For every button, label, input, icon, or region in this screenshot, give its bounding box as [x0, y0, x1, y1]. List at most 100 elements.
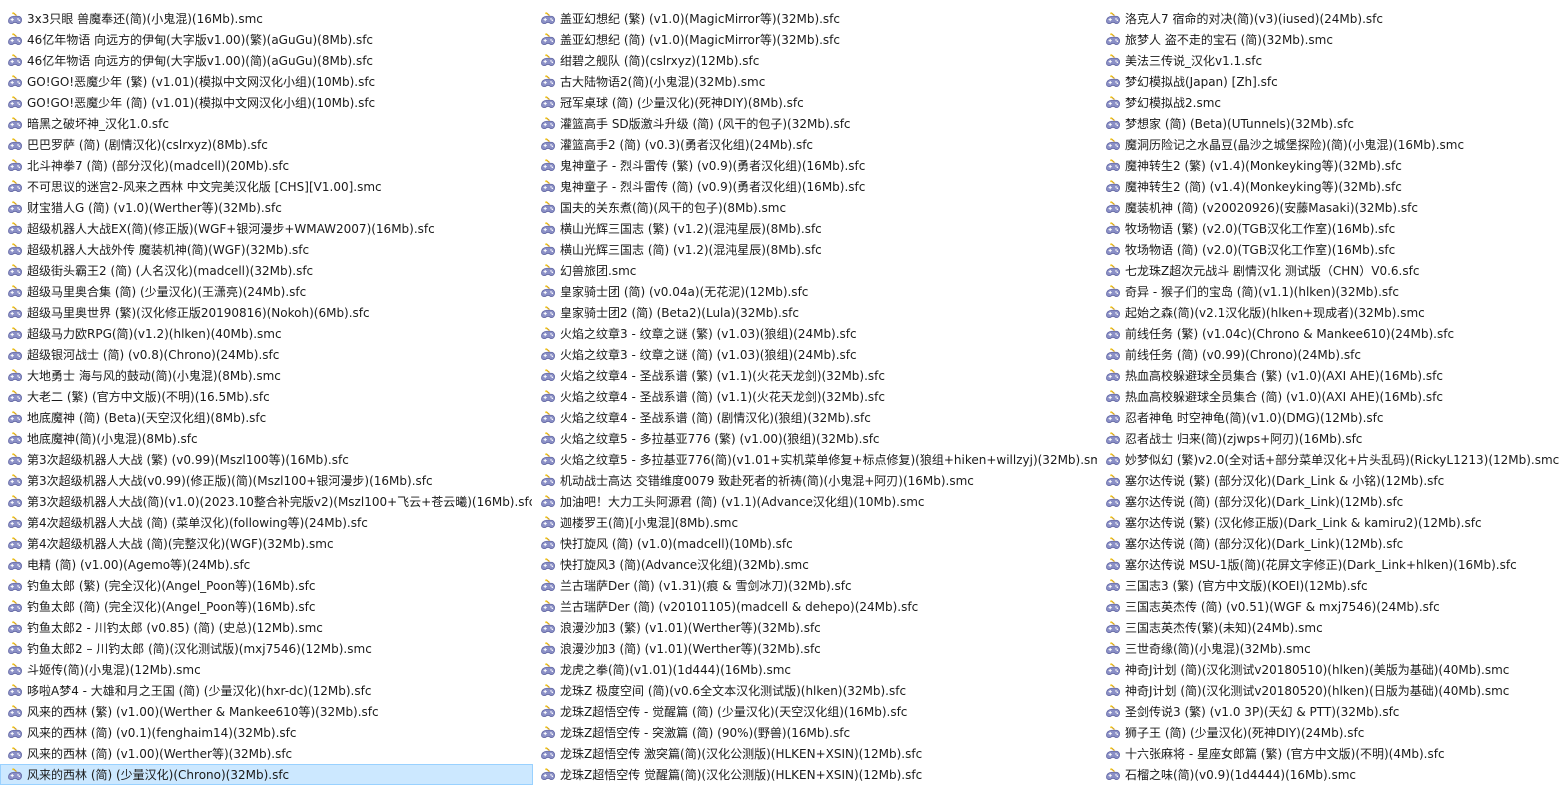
- file-item[interactable]: 皇家骑士团 (简) (v0.04a)(无花泥)(12Mb).sfc: [533, 281, 1098, 302]
- file-item[interactable]: 忍者战士 归来(简)(zjwps+阿刃)(16Mb).sfc: [1098, 428, 1561, 449]
- file-item[interactable]: 浪漫沙加3 (繁) (v1.01)(Werther等)(32Mb).sfc: [533, 617, 1098, 638]
- file-item[interactable]: 塞尔达传说 MSU-1版(简)(花屏文字修正)(Dark_Link+hlken)…: [1098, 554, 1561, 575]
- file-item[interactable]: 冠军桌球 (简) (少量汉化)(死神DIY)(8Mb).sfc: [533, 92, 1098, 113]
- file-item[interactable]: 斗姬传(简)(小鬼混)(12Mb).smc: [0, 659, 533, 680]
- file-item[interactable]: 龙珠Z超悟空传 激突篇(简)(汉化公测版)(HLKEN+XSIN)(12Mb).…: [533, 743, 1098, 764]
- file-item[interactable]: 不可思议的迷宫2-风来之西林 中文完美汉化版 [CHS][V1.00].smc: [0, 176, 533, 197]
- file-item[interactable]: 第3次超级机器人大战 (繁) (v0.99)(Mszl100等)(16Mb).s…: [0, 449, 533, 470]
- file-item[interactable]: GO!GO!恶魔少年 (繁) (v1.01)(模拟中文网汉化小组)(10Mb).…: [0, 71, 533, 92]
- file-item[interactable]: 第4次超级机器人大战 (简)(完整汉化)(WGF)(32Mb).smc: [0, 533, 533, 554]
- file-item[interactable]: 风来的西林 (简) (v1.00)(Werther等)(32Mb).sfc: [0, 743, 533, 764]
- file-item[interactable]: 十六张麻将 - 星座女郎篇 (繁) (官方中文版)(不明)(4Mb).sfc: [1098, 743, 1561, 764]
- file-item[interactable]: 梦想家 (简) (Beta)(UTunnels)(32Mb).sfc: [1098, 113, 1561, 134]
- file-item[interactable]: 龙珠Z 极度空间 (简)(v0.6全文本汉化测试版)(hlken)(32Mb).…: [533, 680, 1098, 701]
- file-item[interactable]: 电精 (简) (v1.00)(Agemo等)(24Mb).sfc: [0, 554, 533, 575]
- file-item[interactable]: 神奇J计划 (简)(汉化测试v20180520)(hlken)(日版为基础)(4…: [1098, 680, 1561, 701]
- file-item[interactable]: 超级机器人大战外传 魔装机神(简)(WGF)(32Mb).sfc: [0, 239, 533, 260]
- file-item[interactable]: 洛克人7 宿命的对决(简)(v3)(iused)(24Mb).sfc: [1098, 8, 1561, 29]
- file-item[interactable]: 牧场物语 (简) (v2.0)(TGB汉化工作室)(16Mb).sfc: [1098, 239, 1561, 260]
- file-item[interactable]: 钓鱼太郎 (繁) (完全汉化)(Angel_Poon等)(16Mb).sfc: [0, 575, 533, 596]
- file-item[interactable]: 超级马里奥世界 (繁)(汉化修正版20190816)(Nokoh)(6Mb).s…: [0, 302, 533, 323]
- file-item[interactable]: 鬼神童子 - 烈斗雷传 (简) (v0.9)(勇者汉化组)(16Mb).sfc: [533, 176, 1098, 197]
- file-item[interactable]: 第4次超级机器人大战 (简) (菜单汉化)(following等)(24Mb).…: [0, 512, 533, 533]
- file-item[interactable]: 忍者神龟 时空神龟(简)(v1.0)(DMG)(12Mb).sfc: [1098, 407, 1561, 428]
- file-item[interactable]: 风来的西林 (简) (少量汉化)(Chrono)(32Mb).sfc: [0, 764, 533, 785]
- file-item[interactable]: 超级银河战士 (简) (v0.8)(Chrono)(24Mb).sfc: [0, 344, 533, 365]
- file-item[interactable]: 风来的西林 (繁) (v1.00)(Werther & Mankee610等)(…: [0, 701, 533, 722]
- file-item[interactable]: 前线任务 (简) (v0.99)(Chrono)(24Mb).sfc: [1098, 344, 1561, 365]
- file-item[interactable]: 塞尔达传说 (繁) (部分汉化)(Dark_Link & 小铭)(12Mb).s…: [1098, 470, 1561, 491]
- file-item[interactable]: 浪漫沙加3 (简) (v1.01)(Werther等)(32Mb).sfc: [533, 638, 1098, 659]
- file-item[interactable]: 超级马力欧RPG(简)(v1.2)(hlken)(40Mb).smc: [0, 323, 533, 344]
- file-item[interactable]: 奇异 - 猴子们的宝岛 (简)(v1.1)(hlken)(32Mb).sfc: [1098, 281, 1561, 302]
- file-item[interactable]: 46亿年物语 向远方的伊甸(大字版v1.00)(繁)(aGuGu)(8Mb).s…: [0, 29, 533, 50]
- file-item[interactable]: 钓鱼太郎2 – 川钓太郎 (简)(汉化测试版)(mxj7546)(12Mb).s…: [0, 638, 533, 659]
- file-item[interactable]: 塞尔达传说 (繁) (汉化修正版)(Dark_Link & kamiru2)(1…: [1098, 512, 1561, 533]
- file-item[interactable]: 古大陆物语2(简)(小鬼混)(32Mb).smc: [533, 71, 1098, 92]
- file-item[interactable]: 妙梦似幻 (繁)v2.0(全对话+部分菜单汉化+片头乱码)(RickyL1213…: [1098, 449, 1561, 470]
- file-item[interactable]: 魔装机神 (简) (v20020926)(安藤Masaki)(32Mb).sfc: [1098, 197, 1561, 218]
- file-item[interactable]: 梦幻模拟战2.smc: [1098, 92, 1561, 113]
- file-item[interactable]: 火焰之纹章4 - 圣战系谱 (繁) (v1.1)(火花天龙剑)(32Mb).sf…: [533, 365, 1098, 386]
- file-item[interactable]: 火焰之纹章5 - 多拉基亚776(简)(v1.01+实机菜单修复+标点修复)(狼…: [533, 449, 1098, 470]
- file-item[interactable]: 龙珠Z超悟空传 觉醒篇(简)(汉化公测版)(HLKEN+XSIN)(12Mb).…: [533, 764, 1098, 785]
- file-item[interactable]: 石榴之味(简)(v0.9)(1d4444)(16Mb).smc: [1098, 764, 1561, 785]
- file-item[interactable]: 魔神转生2 (繁) (v1.4)(Monkeyking等)(32Mb).sfc: [1098, 155, 1561, 176]
- file-item[interactable]: 地底魔神(简)(小鬼混)(8Mb).sfc: [0, 428, 533, 449]
- file-item[interactable]: 神奇J计划 (简)(汉化测试v20180510)(hlken)(美版为基础)(4…: [1098, 659, 1561, 680]
- file-item[interactable]: 兰古瑞萨Der (简) (v20101105)(madcell & dehepo…: [533, 596, 1098, 617]
- file-item[interactable]: 狮子王 (简) (少量汉化)(死神DIY)(24Mb).sfc: [1098, 722, 1561, 743]
- file-item[interactable]: 梦幻模拟战(Japan) [Zh].sfc: [1098, 71, 1561, 92]
- file-item[interactable]: 幻兽旅团.smc: [533, 260, 1098, 281]
- file-item[interactable]: 热血高校躲避球全员集合 (简) (v1.0)(AXI AHE)(16Mb).sf…: [1098, 386, 1561, 407]
- file-item[interactable]: 灌篮高手2 (简) (v0.3)(勇者汉化组)(24Mb).sfc: [533, 134, 1098, 155]
- file-item[interactable]: 财宝猎人G (简) (v1.0)(Werther等)(32Mb).sfc: [0, 197, 533, 218]
- file-item[interactable]: 灌篮高手 SD版激斗升级 (简) (风干的包子)(32Mb).sfc: [533, 113, 1098, 134]
- file-item[interactable]: 龙珠Z超悟空传 - 突激篇 (简) (90%)(野兽)(16Mb).sfc: [533, 722, 1098, 743]
- file-item[interactable]: 龙虎之拳(简)(v1.01)(1d444)(16Mb).smc: [533, 659, 1098, 680]
- file-item[interactable]: 大老二 (繁) (官方中文版)(不明)(16.5Mb).sfc: [0, 386, 533, 407]
- file-item[interactable]: 热血高校躲避球全员集合 (繁) (v1.0)(AXI AHE)(16Mb).sf…: [1098, 365, 1561, 386]
- file-item[interactable]: 火焰之纹章4 - 圣战系谱 (简) (v1.1)(火花天龙剑)(32Mb).sf…: [533, 386, 1098, 407]
- file-item[interactable]: 旅梦人 盗不走的宝石 (简)(32Mb).smc: [1098, 29, 1561, 50]
- file-item[interactable]: 三世奇缘(简)(小鬼混)(32Mb).smc: [1098, 638, 1561, 659]
- file-item[interactable]: 鬼神童子 - 烈斗雷传 (繁) (v0.9)(勇者汉化组)(16Mb).sfc: [533, 155, 1098, 176]
- file-item[interactable]: 魔神转生2 (简) (v1.4)(Monkeyking等)(32Mb).sfc: [1098, 176, 1561, 197]
- file-item[interactable]: 风来的西林 (简) (v0.1)(fenghaim14)(32Mb).sfc: [0, 722, 533, 743]
- file-item[interactable]: 哆啦A梦4 - 大雄和月之王国 (简) (少量汉化)(hxr-dc)(12Mb)…: [0, 680, 533, 701]
- file-item[interactable]: 龙珠Z超悟空传 - 觉醒篇 (简) (少量汉化)(天空汉化组)(16Mb).sf…: [533, 701, 1098, 722]
- file-item[interactable]: 前线任务 (繁) (v1.04c)(Chrono & Mankee610)(24…: [1098, 323, 1561, 344]
- file-item[interactable]: 七龙珠Z超次元战斗 剧情汉化 测试版（CHN）V0.6.sfc: [1098, 260, 1561, 281]
- file-item[interactable]: 国夫的关东煮(简)(风干的包子)(8Mb).smc: [533, 197, 1098, 218]
- file-item[interactable]: 超级街头霸王2 (简) (人名汉化)(madcell)(32Mb).sfc: [0, 260, 533, 281]
- file-item[interactable]: 钓鱼太郎 (简) (完全汉化)(Angel_Poon等)(16Mb).sfc: [0, 596, 533, 617]
- file-item[interactable]: 盖亚幻想纪 (简) (v1.0)(MagicMirror等)(32Mb).sfc: [533, 29, 1098, 50]
- file-item[interactable]: 塞尔达传说 (简) (部分汉化)(Dark_Link)(12Mb).sfc: [1098, 533, 1561, 554]
- file-item[interactable]: GO!GO!恶魔少年 (简) (v1.01)(模拟中文网汉化小组)(10Mb).…: [0, 92, 533, 113]
- file-item[interactable]: 皇家骑士团2 (简) (Beta2)(Lula)(32Mb).sfc: [533, 302, 1098, 323]
- file-item[interactable]: 火焰之纹章3 - 纹章之谜 (繁) (v1.03)(狼组)(24Mb).sfc: [533, 323, 1098, 344]
- file-item[interactable]: 机动战士高达 交错维度0079 致赴死者的祈祷(简)(小鬼混+阿刃)(16Mb)…: [533, 470, 1098, 491]
- file-item[interactable]: 46亿年物语 向远方的伊甸(大字版v1.00)(简)(aGuGu)(8Mb).s…: [0, 50, 533, 71]
- file-item[interactable]: 盖亚幻想纪 (繁) (v1.0)(MagicMirror等)(32Mb).sfc: [533, 8, 1098, 29]
- file-item[interactable]: 3x3只眼 兽魔奉还(简)(小鬼混)(16Mb).smc: [0, 8, 533, 29]
- file-item[interactable]: 火焰之纹章4 - 圣战系谱 (简) (剧情汉化)(狼组)(32Mb).sfc: [533, 407, 1098, 428]
- file-item[interactable]: 塞尔达传说 (简) (部分汉化)(Dark_Link)(12Mb).sfc: [1098, 491, 1561, 512]
- file-item[interactable]: 起始之森(简)(v2.1汉化版)(hlken+现成者)(32Mb).smc: [1098, 302, 1561, 323]
- file-item[interactable]: 地底魔神 (简) (Beta)(天空汉化组)(8Mb).sfc: [0, 407, 533, 428]
- file-item[interactable]: 绀碧之舰队 (简)(cslrxyz)(12Mb).sfc: [533, 50, 1098, 71]
- file-item[interactable]: 超级马里奥合集 (简) (少量汉化)(王潇亮)(24Mb).sfc: [0, 281, 533, 302]
- file-item[interactable]: 魔洞历险记之水晶豆(晶沙之城堡探险)(简)(小鬼混)(16Mb).smc: [1098, 134, 1561, 155]
- file-item[interactable]: 圣剑传说3 (繁) (v1.0 3P)(天幻 & PTT)(32Mb).sfc: [1098, 701, 1561, 722]
- file-item[interactable]: 巴巴罗萨 (简) (剧情汉化)(cslrxyz)(8Mb).sfc: [0, 134, 533, 155]
- file-item[interactable]: 牧场物语 (繁) (v2.0)(TGB汉化工作室)(16Mb).sfc: [1098, 218, 1561, 239]
- file-item[interactable]: 三国志3 (繁) (官方中文版)(KOEI)(12Mb).sfc: [1098, 575, 1561, 596]
- file-item[interactable]: 三国志英杰传 (简) (v0.51)(WGF & mxj7546)(24Mb).…: [1098, 596, 1561, 617]
- file-item[interactable]: 超级机器人大战EX(简)(修正版)(WGF+银河漫步+WMAW2007)(16M…: [0, 218, 533, 239]
- file-item[interactable]: 大地勇士 海与风的鼓动(简)(小鬼混)(8Mb).smc: [0, 365, 533, 386]
- file-item[interactable]: 三国志英杰传(繁)(未知)(24Mb).smc: [1098, 617, 1561, 638]
- file-item[interactable]: 第3次超级机器人大战(简)(v1.0)(2023.10整合补完版v2)(Mszl…: [0, 491, 533, 512]
- file-item[interactable]: 加油吧！大力工头阿源君 (简) (v1.1)(Advance汉化组)(10Mb)…: [533, 491, 1098, 512]
- file-item[interactable]: 第3次超级机器人大战(v0.99)(修正版)(简)(Mszl100+银河漫步)(…: [0, 470, 533, 491]
- file-item[interactable]: 迦楼罗王(简)[小鬼混](8Mb).smc: [533, 512, 1098, 533]
